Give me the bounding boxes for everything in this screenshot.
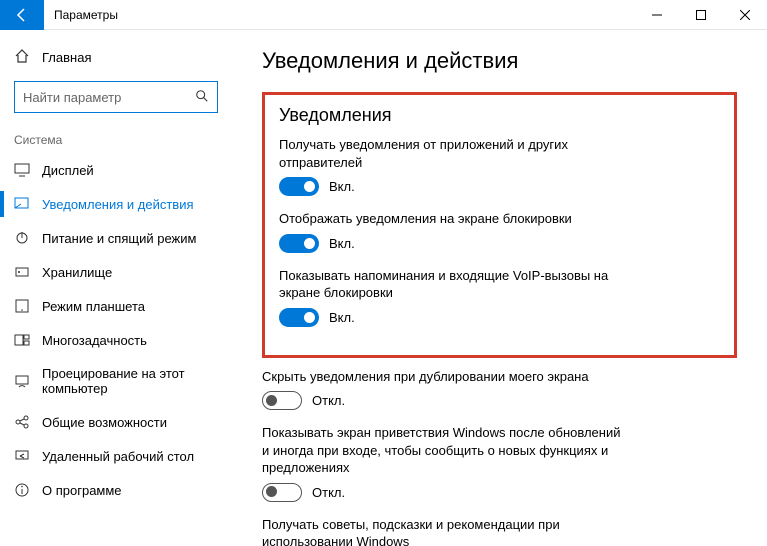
home-icon xyxy=(14,48,30,67)
sidebar-item-about[interactable]: О программе xyxy=(0,473,232,507)
sidebar-item-label: Уведомления и действия xyxy=(42,197,194,212)
sidebar-group-label: Система xyxy=(0,127,232,153)
setting-label: Показывать экран приветствия Windows пос… xyxy=(262,424,622,477)
setting-label: Показывать напоминания и входящие VoIP-в… xyxy=(279,267,639,302)
toggle-state: Вкл. xyxy=(329,310,355,325)
storage-icon xyxy=(14,264,30,280)
sidebar-item-label: Режим планшета xyxy=(42,299,145,314)
sidebar-item-tablet[interactable]: Режим планшета xyxy=(0,289,232,323)
sidebar-item-power[interactable]: Питание и спящий режим xyxy=(0,221,232,255)
sidebar-item-label: Питание и спящий режим xyxy=(42,231,196,246)
sidebar-item-label: Многозадачность xyxy=(42,333,147,348)
toggle-state: Откл. xyxy=(312,393,345,408)
multitask-icon xyxy=(14,332,30,348)
tablet-icon xyxy=(14,298,30,314)
sidebar-item-label: Проецирование на этот компьютер xyxy=(42,366,218,396)
about-icon xyxy=(14,482,30,498)
toggle-lockscreen-notifications[interactable] xyxy=(279,234,319,253)
sidebar-item-projecting[interactable]: Проецирование на этот компьютер xyxy=(0,357,232,405)
power-icon xyxy=(14,230,30,246)
section-heading: Уведомления xyxy=(279,105,720,126)
sidebar-item-label: Хранилище xyxy=(42,265,112,280)
minimize-button[interactable] xyxy=(635,0,679,30)
sidebar-item-remote[interactable]: Удаленный рабочий стол xyxy=(0,439,232,473)
search-placeholder: Найти параметр xyxy=(23,90,195,105)
toggle-hide-duplicating[interactable] xyxy=(262,391,302,410)
sidebar-item-notifications[interactable]: Уведомления и действия xyxy=(0,187,232,221)
sidebar-item-display[interactable]: Дисплей xyxy=(0,153,232,187)
toggle-voip-lockscreen[interactable] xyxy=(279,308,319,327)
sidebar-item-label: Дисплей xyxy=(42,163,94,178)
home-label: Главная xyxy=(42,50,91,65)
search-icon xyxy=(195,89,209,106)
setting-label: Скрыть уведомления при дублировании моег… xyxy=(262,368,622,386)
toggle-apps-notifications[interactable] xyxy=(279,177,319,196)
sidebar-item-multitask[interactable]: Многозадачность xyxy=(0,323,232,357)
sidebar-item-label: О программе xyxy=(42,483,122,498)
close-button[interactable] xyxy=(723,0,767,30)
toggle-welcome-screen[interactable] xyxy=(262,483,302,502)
remote-icon xyxy=(14,448,30,464)
toggle-state: Вкл. xyxy=(329,179,355,194)
toggle-state: Вкл. xyxy=(329,236,355,251)
window-title: Параметры xyxy=(54,8,635,22)
shared-icon xyxy=(14,414,30,430)
projecting-icon xyxy=(14,373,30,389)
setting-label: Получать советы, подсказки и рекомендаци… xyxy=(262,516,622,546)
maximize-button[interactable] xyxy=(679,0,723,30)
setting-label: Получать уведомления от приложений и дру… xyxy=(279,136,639,171)
back-button[interactable] xyxy=(0,0,44,30)
highlighted-section: Уведомления Получать уведомления от прил… xyxy=(262,92,737,358)
toggle-state: Откл. xyxy=(312,485,345,500)
search-input[interactable]: Найти параметр xyxy=(14,81,218,113)
sidebar-item-label: Удаленный рабочий стол xyxy=(42,449,194,464)
sidebar-item-shared[interactable]: Общие возможности xyxy=(0,405,232,439)
sidebar-item-label: Общие возможности xyxy=(42,415,167,430)
notifications-icon xyxy=(14,196,30,212)
home-nav[interactable]: Главная xyxy=(0,40,232,75)
setting-label: Отображать уведомления на экране блокиро… xyxy=(279,210,639,228)
page-title: Уведомления и действия xyxy=(262,48,737,74)
display-icon xyxy=(14,162,30,178)
sidebar-item-storage[interactable]: Хранилище xyxy=(0,255,232,289)
